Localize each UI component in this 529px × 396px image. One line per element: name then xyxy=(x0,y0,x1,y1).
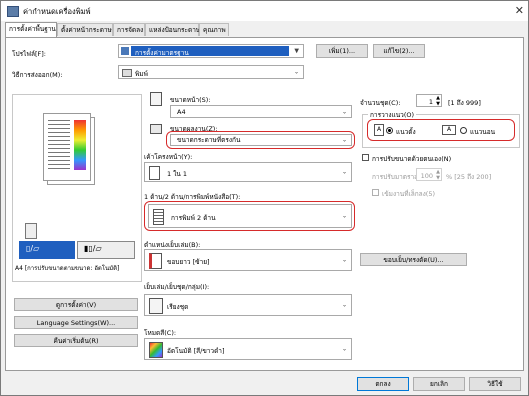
close-icon[interactable]: ✕ xyxy=(515,4,524,17)
language-settings-button[interactable]: Language Settings(W)... xyxy=(14,316,138,329)
duplex-select[interactable]: การพิมพ์ 2 ด้าน ⌄ xyxy=(148,204,352,228)
printer-preferences-window: ค่ากำหนดเครื่องพิมพ์ ✕ การตั้งค่าพื้นฐาน… xyxy=(0,0,529,396)
page-size-icon xyxy=(150,92,162,106)
binding-icon xyxy=(149,253,162,269)
chevron-down-icon: ⌄ xyxy=(341,108,347,115)
add-profile-button[interactable]: เพิ่ม(1)... xyxy=(316,44,368,58)
copies-value: 1 xyxy=(428,98,433,106)
spinner-icon: ▲ ▼ xyxy=(436,169,440,181)
printer-icon xyxy=(122,69,132,77)
help-button[interactable]: วิธีใช้ xyxy=(469,377,521,391)
duplex-preview-button[interactable]: ▯/▱ xyxy=(19,241,75,259)
output-method-value: พิมพ์ xyxy=(135,70,148,78)
portrait-label: แนวตั้ง xyxy=(396,128,416,136)
tab-quality[interactable]: คุณภาพ xyxy=(199,23,229,36)
scaling-value: 100 xyxy=(420,172,433,180)
scaling-input[interactable]: 100 ▲ ▼ xyxy=(416,168,442,181)
chevron-down-icon: ⌄ xyxy=(293,68,299,76)
binding-select[interactable]: ขอบยาว [ซ้าย] ⌄ xyxy=(144,249,352,271)
page-size-value: A4 xyxy=(177,107,186,116)
page-layout-select[interactable]: 1 ใน 1 ⌄ xyxy=(144,162,352,182)
preview-page xyxy=(43,113,91,181)
tab-finishing[interactable]: การจัดลง xyxy=(113,23,145,36)
output-method-select[interactable]: พิมพ์ ⌄ xyxy=(118,65,304,79)
ok-button[interactable]: ตกลง xyxy=(357,377,409,391)
page-size-label: ขนาดหน้า(S): xyxy=(170,96,211,104)
portrait-icon: A xyxy=(374,124,384,136)
color-mode-value: อัตโนมัติ [สี/ขาวดำ] xyxy=(167,347,225,355)
tab-basic-settings[interactable]: การตั้งค่าพื้นฐาน xyxy=(5,22,57,37)
landscape-icon: A xyxy=(442,125,456,135)
preview-caption: A4 [การปรับขนาดตามขนาด: อัตโนมัติ] xyxy=(15,265,120,272)
chevron-down-icon: ⌄ xyxy=(341,136,347,144)
window-title: ค่ากำหนดเครื่องพิมพ์ xyxy=(23,7,91,16)
copies-range: [1 ถึง 999] xyxy=(448,99,481,107)
title-bar: ค่ากำหนดเครื่องพิมพ์ ✕ xyxy=(1,1,528,21)
restore-defaults-button[interactable]: คืนค่าเริ่มต้น(R) xyxy=(14,334,138,347)
binding-value: ขอบยาว [ซ้าย] xyxy=(167,258,210,266)
output-method-label: วิธีการส่งออก(M): xyxy=(12,71,63,79)
chevron-down-icon: ⌄ xyxy=(341,256,347,264)
edit-profile-button[interactable]: แก้ไข(2)... xyxy=(373,44,425,58)
page-layout-value: 1 ใน 1 xyxy=(167,170,188,178)
duplex-icon xyxy=(153,209,164,225)
color-mode-select[interactable]: อัตโนมัติ [สี/ขาวดำ] ⌄ xyxy=(144,338,352,360)
profile-label: โปรไฟล์[F]: xyxy=(12,50,46,58)
output-size-select[interactable]: ขนาดกระดาษที่ตรงกัน ⌄ xyxy=(170,134,352,146)
chevron-down-icon: ⌄ xyxy=(341,301,347,309)
manual-scaling-label: การปรับขนาดด้วยตนเอง(N) xyxy=(372,155,452,163)
duplex-value: การพิมพ์ 2 ด้าน xyxy=(171,214,216,222)
manual-scaling-checkbox[interactable] xyxy=(362,154,369,161)
page-layout-label: เค้าโครงหน้า(Y): xyxy=(144,153,193,161)
cancel-button[interactable]: ยกเลิก xyxy=(413,377,465,391)
page-icon: ▯/▱ xyxy=(26,244,40,253)
profile-value: การตั้งค่ามาตรฐาน xyxy=(135,49,189,57)
copies-stack-icon xyxy=(25,223,37,239)
chevron-down-icon: ⌄ xyxy=(341,168,347,176)
color-page-icon: ▮▯/▱ xyxy=(84,244,102,253)
booklet-label: เข้มงานที่เล็กลง(5) xyxy=(382,190,436,198)
profile-select[interactable]: การตั้งค่ามาตรฐาน ▼ xyxy=(118,44,304,58)
binding-margin-button[interactable]: ขอบเย็บ/ทรงตัด(U)... xyxy=(360,253,467,266)
chevron-down-icon: ⌄ xyxy=(341,212,347,220)
chevron-down-icon: ⌄ xyxy=(341,345,347,353)
collate-icon xyxy=(149,298,163,314)
page-layout-icon xyxy=(149,166,160,180)
copies-label: จำนวนชุด(C): xyxy=(360,99,401,107)
preview-box: ▯/▱ ▮▯/▱ A4 [การปรับขนาดตามขนาด: อัตโนมั… xyxy=(12,94,142,282)
landscape-radio[interactable] xyxy=(460,127,467,134)
color-mode-icon xyxy=(149,342,163,358)
finishing-select[interactable]: เรียงชุด ⌄ xyxy=(144,294,352,316)
basic-settings-panel: โปรไฟล์[F]: การตั้งค่ามาตรฐาน ▼ เพิ่ม(1)… xyxy=(5,37,524,371)
scaling-range: % [25 ถึง 200] xyxy=(446,173,492,181)
tab-page-setup[interactable]: ตั้งค่าหน้ากระดาษ xyxy=(57,23,113,36)
profile-icon xyxy=(121,47,129,55)
landscape-label: แนวนอน xyxy=(470,128,496,136)
portrait-radio[interactable] xyxy=(386,127,393,134)
output-size-value: ขนาดกระดาษที่ตรงกัน xyxy=(177,136,241,144)
color-mode-label: โหมดสี(C): xyxy=(144,329,177,337)
spinner-icon[interactable]: ▲ ▼ xyxy=(436,95,440,107)
booklet-checkbox[interactable] xyxy=(372,189,379,196)
output-size-icon xyxy=(150,124,162,134)
copies-input[interactable]: 1 ▲ ▼ xyxy=(416,94,442,107)
chevron-down-icon: ▼ xyxy=(294,47,299,55)
printer-icon xyxy=(7,6,19,17)
view-settings-button[interactable]: ดูการตั้งค่า(V) xyxy=(14,298,138,311)
page-size-select[interactable]: A4 ⌄ xyxy=(170,105,352,118)
tab-paper-source[interactable]: แหล่งป้อนกระดาษ xyxy=(145,23,200,36)
finishing-label: เย็บเล่ม/เย็บชุด/กลุ่ม(I): xyxy=(144,283,210,291)
color-preview-button[interactable]: ▮▯/▱ xyxy=(77,241,135,259)
finishing-value: เรียงชุด xyxy=(167,303,189,311)
